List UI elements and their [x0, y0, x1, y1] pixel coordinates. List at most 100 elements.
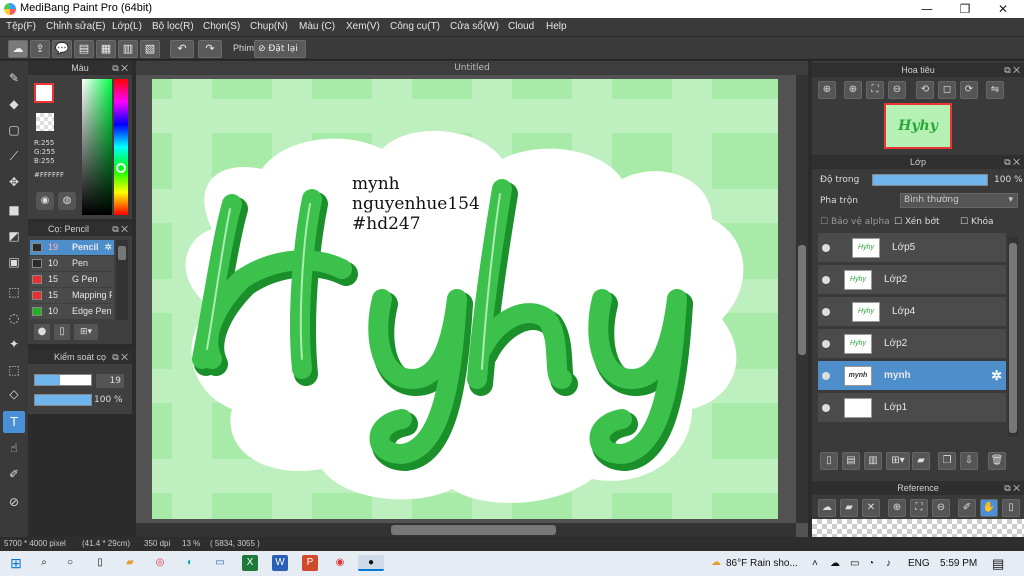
- lasso-tool-icon[interactable]: ◌: [3, 307, 25, 329]
- grid-icon[interactable]: ▧: [140, 40, 160, 58]
- new-8bit-layer-icon[interactable]: ▥: [864, 452, 882, 470]
- menu-edit[interactable]: Chỉnh sửa(E): [46, 21, 106, 32]
- eraser-tool-icon[interactable]: ◆: [3, 93, 25, 115]
- hue-slider[interactable]: [114, 79, 128, 215]
- monitor-icon[interactable]: ▭: [212, 555, 228, 571]
- excel-icon[interactable]: X: [242, 555, 258, 571]
- brush-item[interactable]: 10 Edge Pen: [30, 304, 114, 319]
- layer-menu-icon[interactable]: ⊞▾: [886, 452, 910, 470]
- text-tool-icon[interactable]: T: [3, 411, 25, 433]
- panel-close-icon[interactable]: ⧉ ✕: [1004, 155, 1020, 169]
- palette-icon[interactable]: ◉: [36, 192, 54, 210]
- ref-zoom-in-icon[interactable]: ⊕: [888, 499, 906, 517]
- layer-row[interactable]: Hyhy Lớp2: [818, 265, 1006, 295]
- windows-start-icon[interactable]: ⊞: [8, 555, 24, 571]
- canvas-tab[interactable]: Untitled: [136, 61, 808, 75]
- redo-icon[interactable]: ↷: [198, 40, 222, 58]
- duplicate-layer-icon[interactable]: ❐: [938, 452, 956, 470]
- close-button[interactable]: ✕: [984, 0, 1022, 18]
- gradient-tool-icon[interactable]: ▣: [3, 251, 25, 273]
- zoom-out-icon[interactable]: ⊖: [888, 81, 906, 99]
- undo-icon[interactable]: ↶: [170, 40, 194, 58]
- open-folder-icon[interactable]: ▰: [840, 499, 858, 517]
- zoom-in-icon[interactable]: ⊕: [844, 81, 862, 99]
- word-icon[interactable]: W: [272, 555, 288, 571]
- medibang-taskbar-icon[interactable]: ●: [358, 555, 384, 571]
- notification-icon[interactable]: ▤: [992, 556, 1004, 572]
- brush-item[interactable]: 15 G Pen: [30, 272, 114, 287]
- lock-checkbox[interactable]: ☐ Khóa: [960, 217, 994, 227]
- clock[interactable]: 5:59 PM: [940, 558, 977, 569]
- layer-row[interactable]: mynh mynh ✲: [818, 361, 1006, 391]
- fill-rect-tool-icon[interactable]: ■: [3, 199, 25, 221]
- speech-bubble-icon[interactable]: 💬: [52, 40, 72, 58]
- brush-item[interactable]: 10 Pen: [30, 256, 114, 271]
- cortana-icon[interactable]: ○: [62, 555, 78, 571]
- merge-layer-icon[interactable]: ⇩: [960, 452, 978, 470]
- panel-close-icon[interactable]: ⧉ ✕: [1004, 63, 1020, 77]
- palette-add-icon[interactable]: ◍: [58, 192, 76, 210]
- panel-icon[interactable]: ▥: [118, 40, 138, 58]
- vertical-scrollbar[interactable]: [796, 75, 808, 523]
- task-view-icon[interactable]: ▯: [92, 555, 108, 571]
- ref-fit-icon[interactable]: ⛶: [910, 499, 928, 517]
- menu-layer[interactable]: Lớp(L): [112, 21, 142, 32]
- primary-color-swatch[interactable]: [34, 83, 54, 103]
- actual-size-icon[interactable]: ◻: [938, 81, 956, 99]
- language-indicator[interactable]: ENG: [908, 558, 930, 569]
- new-layer-icon[interactable]: ▯: [820, 452, 838, 470]
- line-tool-icon[interactable]: ⟋: [3, 145, 25, 167]
- navigator-thumbnail[interactable]: Hyhy: [884, 103, 952, 149]
- reset-button[interactable]: ⊘ Đặt lại: [254, 40, 306, 58]
- network-icon[interactable]: ◔: [868, 558, 874, 569]
- maximize-button[interactable]: ❐: [946, 0, 984, 18]
- tray-chevron-icon[interactable]: ˄: [812, 558, 818, 569]
- menu-help[interactable]: Help: [546, 21, 567, 32]
- menu-cloud[interactable]: Cloud: [508, 21, 534, 32]
- brush-opacity-slider[interactable]: [34, 394, 92, 406]
- chrome-icon[interactable]: ◉: [332, 555, 348, 571]
- file-explorer-icon[interactable]: ▰: [122, 555, 138, 571]
- ref-dropper-icon[interactable]: ✐: [958, 499, 976, 517]
- protect-alpha-checkbox[interactable]: ☐ Bảo vệ alpha: [820, 217, 890, 227]
- brush-item[interactable]: 15 Mapping P: [30, 288, 114, 303]
- visibility-eye-icon[interactable]: [822, 372, 830, 380]
- powerpoint-icon[interactable]: P: [302, 555, 318, 571]
- eyedropper-tool-icon[interactable]: ⊘: [3, 491, 25, 513]
- transparent-color-swatch[interactable]: [36, 113, 54, 131]
- select-eraser-tool-icon[interactable]: ◇: [3, 383, 25, 405]
- fit-screen-icon[interactable]: ⛶: [866, 81, 884, 99]
- upload-icon[interactable]: ⇪: [30, 40, 50, 58]
- menu-file[interactable]: Tệp(F): [6, 21, 36, 32]
- select-pen-tool-icon[interactable]: ⬚: [3, 359, 25, 381]
- gear-icon[interactable]: ✲: [104, 240, 112, 255]
- clipping-checkbox[interactable]: ☐ Xén bớt: [894, 217, 940, 227]
- visibility-eye-icon[interactable]: [822, 308, 830, 316]
- visibility-eye-icon[interactable]: [822, 340, 830, 348]
- magic-wand-tool-icon[interactable]: ✦: [3, 333, 25, 355]
- gear-icon[interactable]: ✲: [991, 368, 1002, 384]
- visibility-eye-icon[interactable]: [822, 404, 830, 412]
- panel-close-icon[interactable]: ⧉ ✕: [112, 350, 128, 364]
- delete-layer-icon[interactable]: 🗑: [988, 452, 1006, 470]
- volume-icon[interactable]: ♪: [886, 558, 891, 569]
- layer-row[interactable]: Hyhy Lớp5: [818, 233, 1006, 263]
- rotate-right-icon[interactable]: ⟳: [960, 81, 978, 99]
- panel-close-icon[interactable]: ⧉ ✕: [112, 61, 128, 75]
- edge-icon[interactable]: ◐: [182, 555, 198, 571]
- layer-row[interactable]: Hyhy Lớp2: [818, 329, 1006, 359]
- search-icon[interactable]: ⌕: [36, 555, 52, 571]
- new-halftone-layer-icon[interactable]: ▤: [842, 452, 860, 470]
- dropper-pen-tool-icon[interactable]: ✐: [3, 463, 25, 485]
- visibility-eye-icon[interactable]: [822, 276, 830, 284]
- saturation-value-square[interactable]: [82, 79, 112, 215]
- panel-close-icon[interactable]: ⧉ ✕: [112, 222, 128, 236]
- rotate-left-icon[interactable]: ⟲: [916, 81, 934, 99]
- new-brush-icon[interactable]: ▯: [54, 324, 70, 340]
- layer-scrollbar[interactable]: [1008, 237, 1018, 437]
- brush-size-slider[interactable]: [34, 374, 92, 386]
- blend-mode-select[interactable]: Bình thường ▾: [900, 193, 1018, 208]
- cloud-reference-icon[interactable]: ☁: [818, 499, 836, 517]
- menu-select[interactable]: Chọn(S): [203, 21, 240, 32]
- hand-icon[interactable]: ✋: [980, 499, 998, 517]
